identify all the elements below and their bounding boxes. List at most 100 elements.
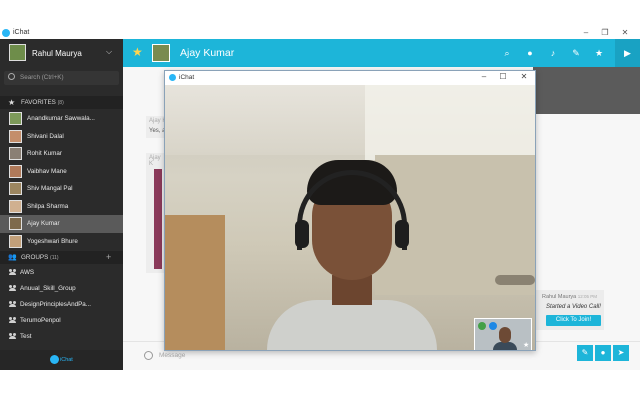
remote-video: ★: [165, 85, 535, 350]
close-button[interactable]: ✕: [515, 72, 533, 81]
contact-name: Vaibhav Mane: [27, 167, 67, 175]
attachment-thumbnail[interactable]: [154, 169, 162, 269]
maximize-button[interactable]: ❐: [597, 28, 613, 37]
avatar: [9, 129, 22, 143]
video-call-window: iChat – ☐ ✕ ★: [164, 70, 536, 351]
group-item[interactable]: AWS: [0, 265, 123, 281]
star-icon[interactable]: ★: [523, 341, 529, 349]
favorite-contact[interactable]: Shivani Dalal: [0, 128, 123, 146]
contact-name: Ajay Kumar: [27, 220, 60, 227]
profile-name: Rahul Maurya: [32, 49, 82, 58]
maximize-button[interactable]: ☐: [494, 72, 512, 81]
ceiling-fan: [495, 275, 535, 285]
group-item[interactable]: TerumoPenpol: [0, 313, 123, 329]
app-logo-icon: [2, 29, 10, 37]
contact-name: Anandkumar Sawwala...: [27, 115, 95, 122]
chevron-down-icon[interactable]: ⌵: [106, 47, 112, 57]
search-input[interactable]: Search (Ctrl+K): [4, 71, 119, 85]
group-icon: [9, 285, 17, 292]
avatar: [9, 199, 22, 213]
groups-header[interactable]: 👥 GROUPS (11) +: [0, 251, 123, 264]
join-call-button[interactable]: Click To Join!: [546, 315, 601, 326]
minimize-button[interactable]: –: [578, 28, 594, 37]
group-item[interactable]: Test: [0, 329, 123, 345]
search-icon: [8, 73, 15, 80]
contact-name: Shilpa Sharma: [27, 202, 69, 210]
bell-icon[interactable]: ♪: [546, 46, 560, 60]
contact-name: Yogeshwari Bhure: [27, 237, 78, 245]
self-video-preview[interactable]: ★: [474, 318, 532, 350]
attach-button[interactable]: ✎: [577, 345, 593, 361]
footer-brand: iChat: [60, 357, 73, 363]
group-name: Test: [20, 333, 32, 340]
close-button[interactable]: ✕: [617, 28, 633, 37]
attachment-icon[interactable]: ✎: [569, 46, 583, 60]
group-name: AWS: [20, 269, 35, 276]
message-text: Started a Video Call!: [546, 304, 601, 310]
favorite-contact[interactable]: Yogeshwari Bhure: [0, 233, 123, 251]
remote-participant: [267, 160, 437, 350]
emoji-icon[interactable]: [144, 351, 153, 360]
avatar: [9, 182, 22, 195]
group-name: TerumoPenpol: [20, 317, 61, 324]
video-call-icon[interactable]: ▶: [615, 39, 640, 67]
profile-header[interactable]: Rahul Maurya ⌵: [0, 39, 123, 67]
avatar: [9, 234, 22, 248]
groups-icon: 👥: [8, 254, 17, 261]
favorites-label: FAVORITES: [21, 99, 56, 106]
favorite-star-icon[interactable]: ★: [132, 45, 143, 59]
favorite-contact[interactable]: Ajay Kumar: [0, 215, 123, 233]
group-item[interactable]: Anuual_Skill_Group: [0, 281, 123, 297]
video-call-message: Rahul Maurya 12:05 PM Started a Video Ca…: [536, 290, 604, 330]
os-title: iChat: [13, 29, 30, 36]
chat-title: Ajay Kumar: [180, 47, 235, 59]
send-button[interactable]: ➤: [613, 345, 629, 361]
group-icon: [9, 269, 17, 276]
message-text: Yes, a: [149, 128, 166, 134]
favorite-contact[interactable]: Shiv Mangal Pal: [0, 180, 123, 198]
search-icon[interactable]: ⌕: [500, 46, 514, 60]
favorites-count: (8): [57, 100, 64, 106]
group-item[interactable]: DesignPrinciplesAndPa...: [0, 297, 123, 313]
header-shadow: [533, 67, 640, 114]
people-icon[interactable]: ●: [523, 46, 537, 60]
video-window-title: iChat: [179, 74, 195, 81]
group-icon: [9, 317, 17, 324]
star-icon[interactable]: ★: [592, 46, 606, 60]
avatar: [9, 112, 22, 125]
avatar: [9, 164, 22, 178]
sidebar-footer: iChat: [0, 350, 123, 370]
sidebar: Rahul Maurya ⌵ Search (Ctrl+K) ★ FAVORIT…: [0, 39, 123, 370]
group-name: Anuual_Skill_Group: [20, 285, 76, 292]
app-window: iChat – ❐ ✕ Rahul Maurya ⌵ Search (Ctrl+…: [0, 0, 640, 400]
add-group-button[interactable]: +: [106, 252, 111, 262]
favorite-contact[interactable]: Shilpa Sharma: [0, 198, 123, 216]
ichat-logo-icon: [50, 355, 59, 364]
favorite-contact[interactable]: Rohit Kumar: [0, 145, 123, 163]
desktop-area: [0, 370, 640, 400]
video-window-titlebar: iChat – ☐ ✕: [165, 71, 535, 85]
groups-count: (11): [50, 255, 59, 261]
avatar: [9, 44, 26, 61]
mic-on-icon[interactable]: [478, 322, 486, 330]
message-bubble: Ajay K: [146, 153, 166, 273]
minimize-button[interactable]: –: [475, 72, 493, 81]
contact-name: Rohit Kumar: [27, 150, 62, 157]
contact-avatar: [152, 44, 170, 62]
group-name: DesignPrinciplesAndPa...: [20, 301, 92, 308]
message-input[interactable]: Message: [159, 352, 185, 359]
contact-name: Shiv Mangal Pal: [27, 185, 73, 192]
favorite-contact[interactable]: Vaibhav Mane: [0, 163, 123, 181]
camera-on-icon[interactable]: [489, 322, 497, 330]
avatar: [9, 217, 22, 230]
star-icon: ★: [8, 98, 16, 107]
message-sender: Rahul Maurya: [542, 294, 577, 300]
group-icon: [9, 333, 17, 340]
groups-label: GROUPS: [21, 254, 49, 261]
favorites-header[interactable]: ★ FAVORITES (8): [0, 96, 123, 109]
mic-button[interactable]: ●: [595, 345, 611, 361]
favorite-contact[interactable]: Anandkumar Sawwala...: [0, 110, 123, 128]
chat-header: ★ Ajay Kumar ⌕ ● ♪ ✎ ★ ▶: [123, 39, 640, 67]
search-placeholder: Search (Ctrl+K): [20, 74, 64, 81]
app-logo-icon: [169, 74, 176, 81]
